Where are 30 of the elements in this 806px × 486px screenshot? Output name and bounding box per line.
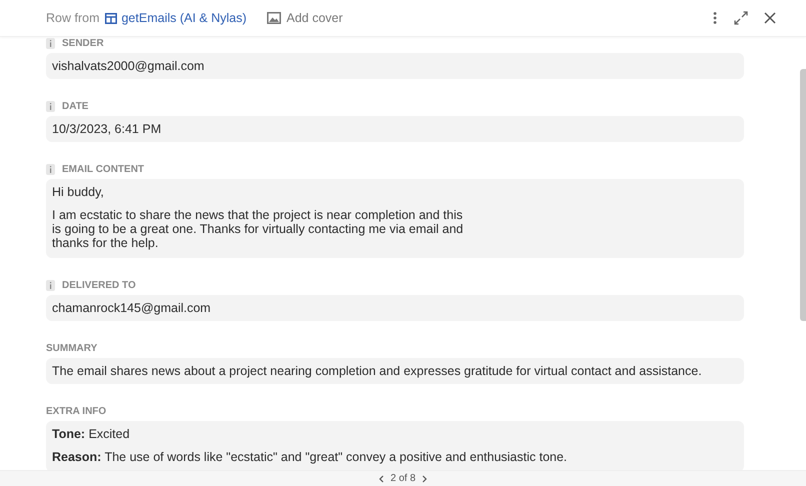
field-label: EXTRA INFO [46,406,106,416]
paragraph: Reason: The use of words like "ecstatic" and "great" convey a positive and enthusiastic tone. [52,450,568,464]
info-icon[interactable] [46,164,55,174]
paragraph: I am ecstatic to share the news that the project is near completion and this is going to be a great one. Thanks for virtually contacting me via email and thanks for the help. [52,208,464,250]
next-icon[interactable] [422,474,427,482]
previous-icon[interactable] [379,474,384,482]
pager-count: 2 of 8 [390,473,416,484]
image-icon [266,12,281,24]
add-cover-button[interactable]: Add cover [266,11,343,25]
info-icon[interactable] [46,100,55,112]
info-icon[interactable] [46,38,55,48]
field-value: vishalvats2000@gmail.com [46,53,744,79]
paragraph: Hi buddy, [52,185,105,199]
table-link[interactable]: getEmails (AI & Nylas) [105,11,247,25]
field-value: chamanrock145@gmail.com [46,295,744,321]
more-options-icon[interactable] [712,11,718,25]
paragraph: Tone: Excited [52,427,131,441]
field-value: The email shares news about a project nearing completion and expresses gratitude for virtual contact and assistance. [46,358,744,384]
field-label: DATE [62,100,88,112]
row-source-label: Row from [46,11,100,25]
field-label: SENDER [62,38,104,48]
field-label: SUMMARY [46,342,98,354]
scrollbar[interactable] [800,69,806,321]
table-icon [105,12,118,24]
expand-icon[interactable] [734,11,748,25]
field-label: DELIVERED TO [62,280,136,290]
close-icon[interactable] [764,12,776,24]
field-label: EMAIL CONTENT [62,164,144,174]
field-value: 10/3/2023, 6:41 PM [46,116,744,142]
info-icon[interactable] [46,280,55,290]
